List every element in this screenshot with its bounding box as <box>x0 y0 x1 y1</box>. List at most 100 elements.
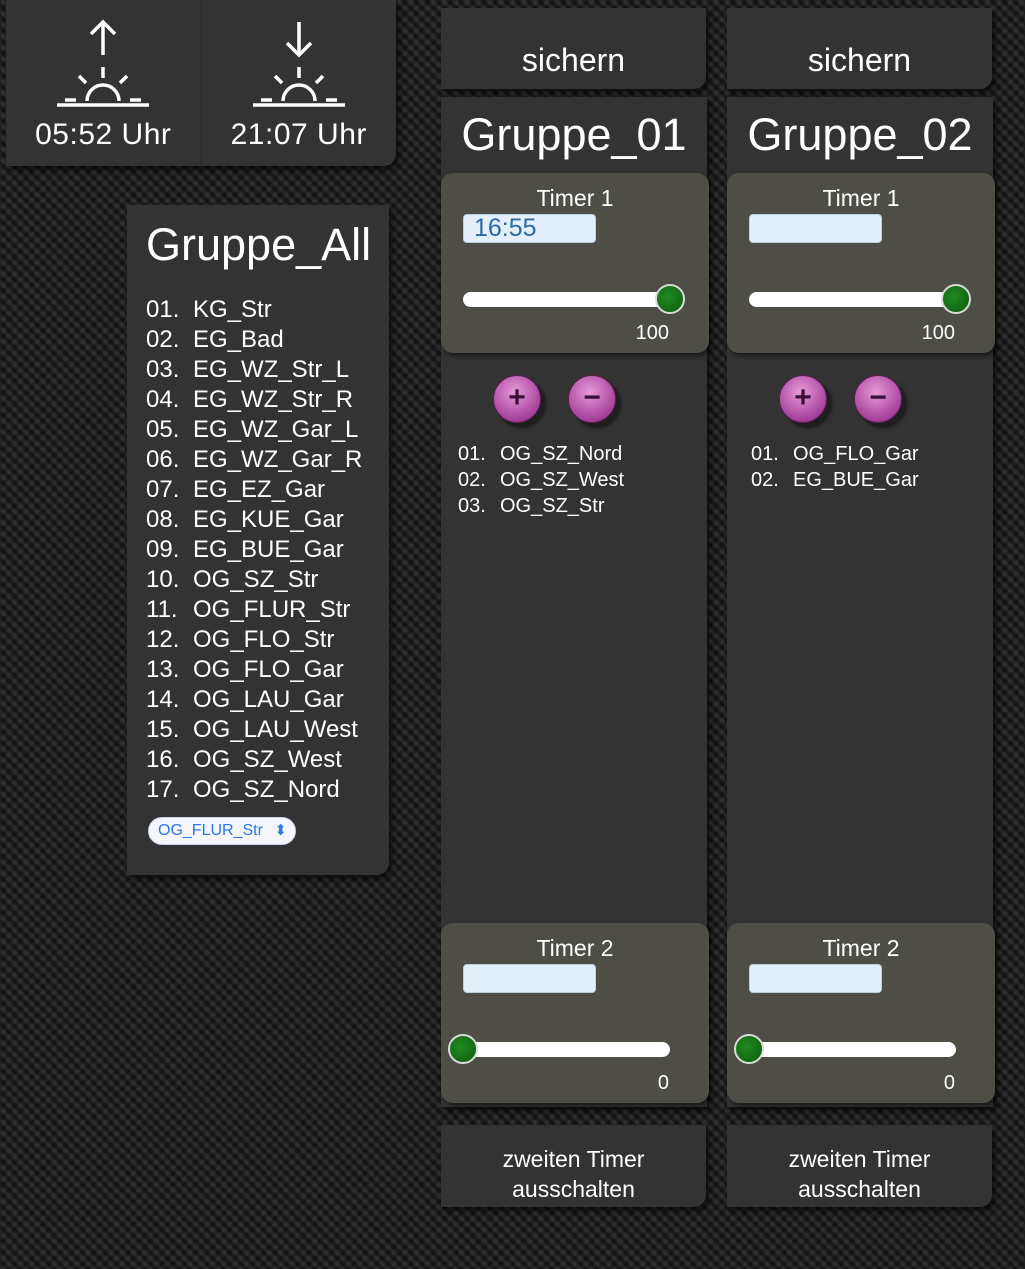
add-member-button[interactable]: + <box>779 375 827 423</box>
save-button[interactable]: sichern <box>441 8 706 89</box>
timer1-panel: Timer 1 100 <box>727 173 995 353</box>
list-item-name: EG_BUE_Gar <box>193 536 344 563</box>
disable-second-timer-button[interactable]: zweiten Timer ausschalten <box>441 1125 706 1207</box>
group-all-list-item: 10. OG_SZ_Str <box>146 565 362 595</box>
member-name: OG_SZ_Str <box>500 495 605 517</box>
group-panel: Gruppe_01 Timer 1 16:55 100 + − 01. OG_SZ… <box>441 97 709 1107</box>
group-all-list-item: 11. OG_FLUR_Str <box>146 595 362 625</box>
disable-second-timer-label-line2: ausschalten <box>512 1176 635 1202</box>
timer2-slider[interactable] <box>734 1034 956 1064</box>
timer2-time-input[interactable] <box>749 964 882 993</box>
member-name: OG_SZ_Nord <box>500 443 623 465</box>
list-item-name: EG_WZ_Gar_R <box>193 446 363 473</box>
group-title: Gruppe_02 <box>747 109 973 160</box>
timer2-label: Timer 2 <box>822 935 900 961</box>
member-number: 03. <box>458 495 486 517</box>
list-item-number: 06. <box>146 446 180 473</box>
timer1-slider[interactable] <box>749 284 971 314</box>
list-item-name: OG_LAU_Gar <box>193 686 344 713</box>
timer1-time-input[interactable]: 16:55 <box>463 214 596 243</box>
remove-member-button[interactable]: − <box>568 375 616 423</box>
group-all-list-item: 07. EG_EZ_Gar <box>146 475 362 505</box>
sunset-icon <box>252 22 345 107</box>
remove-member-button[interactable]: − <box>854 375 902 423</box>
member-number: 02. <box>751 469 779 491</box>
group-all-list-item: 15. OG_LAU_West <box>146 715 362 745</box>
list-item-name: OG_SZ_West <box>193 746 342 773</box>
timer1-slider[interactable] <box>463 284 685 314</box>
group-member-list: 01. OG_SZ_Nord 02. OG_SZ_West 03. OG_SZ_Str <box>458 441 624 519</box>
list-item-number: 12. <box>146 626 180 653</box>
group-all-list-item: 17. OG_SZ_Nord <box>146 775 362 805</box>
member-number: 01. <box>458 443 486 465</box>
list-item-name: OG_LAU_West <box>193 716 358 743</box>
list-item-number: 05. <box>146 416 180 443</box>
list-item-number: 16. <box>146 746 180 773</box>
list-item-name: EG_WZ_Str_R <box>193 386 354 413</box>
list-item-name: OG_SZ_Nord <box>193 776 340 803</box>
sunrise-time: 05:52 Uhr <box>35 118 172 151</box>
timer2-time-input[interactable] <box>463 964 596 993</box>
sunrise-section: 05:52 Uhr <box>6 0 201 166</box>
group-member-item: 01. OG_SZ_Nord <box>458 441 624 467</box>
member-name: OG_SZ_West <box>500 469 625 491</box>
timer2-slider[interactable] <box>448 1034 670 1064</box>
list-item-name: EG_WZ_Str_L <box>193 356 350 383</box>
list-item-name: EG_WZ_Gar_L <box>193 416 359 443</box>
timer2-slider-knob[interactable] <box>734 1034 764 1064</box>
member-name: EG_BUE_Gar <box>793 469 919 491</box>
save-button-label: sichern <box>521 42 626 78</box>
group-all-list-item: 14. OG_LAU_Gar <box>146 685 362 715</box>
sunset-time: 21:07 Uhr <box>230 118 367 151</box>
list-item-number: 15. <box>146 716 180 743</box>
timer1-time-input[interactable] <box>749 214 882 243</box>
list-item-name: EG_EZ_Gar <box>193 476 326 503</box>
list-item-number: 13. <box>146 656 180 683</box>
group-all-title: Gruppe_All <box>146 219 372 270</box>
timer1-slider-knob[interactable] <box>655 284 685 314</box>
group-all-list-item: 06. EG_WZ_Gar_R <box>146 445 362 475</box>
disable-second-timer-label-line1: zweiten Timer <box>502 1146 645 1172</box>
list-item-name: EG_KUE_Gar <box>193 506 344 533</box>
group-member-list: 01. OG_FLO_Gar 02. EG_BUE_Gar <box>751 441 919 493</box>
device-select-value: OG_FLUR_Str <box>158 822 263 839</box>
member-number: 02. <box>458 469 486 491</box>
group-all-list-item: 03. EG_WZ_Str_L <box>146 355 362 385</box>
list-item-number: 10. <box>146 566 180 593</box>
save-button[interactable]: sichern <box>727 8 992 89</box>
timer2-panel: Timer 2 0 <box>441 923 709 1103</box>
timer1-label: Timer 1 <box>822 185 900 211</box>
group-all-panel: Gruppe_All 01. KG_Str 02. EG_Bad 03. EG_WZ_St… <box>127 205 389 875</box>
group-all-list-item: 04. EG_WZ_Str_R <box>146 385 362 415</box>
group-all-list-item: 01. KG_Str <box>146 295 362 325</box>
group-all-list-item: 09. EG_BUE_Gar <box>146 535 362 565</box>
group-all-list-item: 16. OG_SZ_West <box>146 745 362 775</box>
list-item-number: 03. <box>146 356 180 383</box>
timer2-slider-knob[interactable] <box>448 1034 478 1064</box>
disable-second-timer-button[interactable]: zweiten Timer ausschalten <box>727 1125 992 1207</box>
group-member-item: 01. OG_FLO_Gar <box>751 441 919 467</box>
list-item-name: OG_FLO_Gar <box>193 656 344 683</box>
timer1-panel: Timer 1 16:55 100 <box>441 173 709 353</box>
add-member-button[interactable]: + <box>493 375 541 423</box>
list-item-name: OG_SZ_Str <box>193 566 319 593</box>
select-chevron-icon: ⬍ <box>274 822 287 839</box>
list-item-name: EG_Bad <box>193 326 284 353</box>
timer2-panel: Timer 2 0 <box>727 923 995 1103</box>
group-panel: Gruppe_02 Timer 1 100 + − 01. OG_FLO_Gar 0… <box>727 97 995 1107</box>
list-item-name: OG_FLUR_Str <box>193 596 351 623</box>
timer1-slider-knob[interactable] <box>941 284 971 314</box>
group-all-list-item: 02. EG_Bad <box>146 325 362 355</box>
device-select[interactable]: OG_FLUR_Str ⬍ <box>148 817 296 845</box>
disable-second-timer-label-line2: ausschalten <box>798 1176 921 1202</box>
group-all-list: 01. KG_Str 02. EG_Bad 03. EG_WZ_Str_L 04. EG_WZ… <box>146 295 362 805</box>
group-all-list-item: 08. EG_KUE_Gar <box>146 505 362 535</box>
member-number: 01. <box>751 443 779 465</box>
list-item-number: 07. <box>146 476 180 503</box>
timer1-slider-value: 100 <box>635 322 669 344</box>
group-all-list-item: 05. EG_WZ_Gar_L <box>146 415 362 445</box>
list-item-number: 04. <box>146 386 180 413</box>
sunset-section: 21:07 Uhr <box>200 0 397 166</box>
group-member-item: 02. OG_SZ_West <box>458 467 624 493</box>
timer1-label: Timer 1 <box>536 185 614 211</box>
